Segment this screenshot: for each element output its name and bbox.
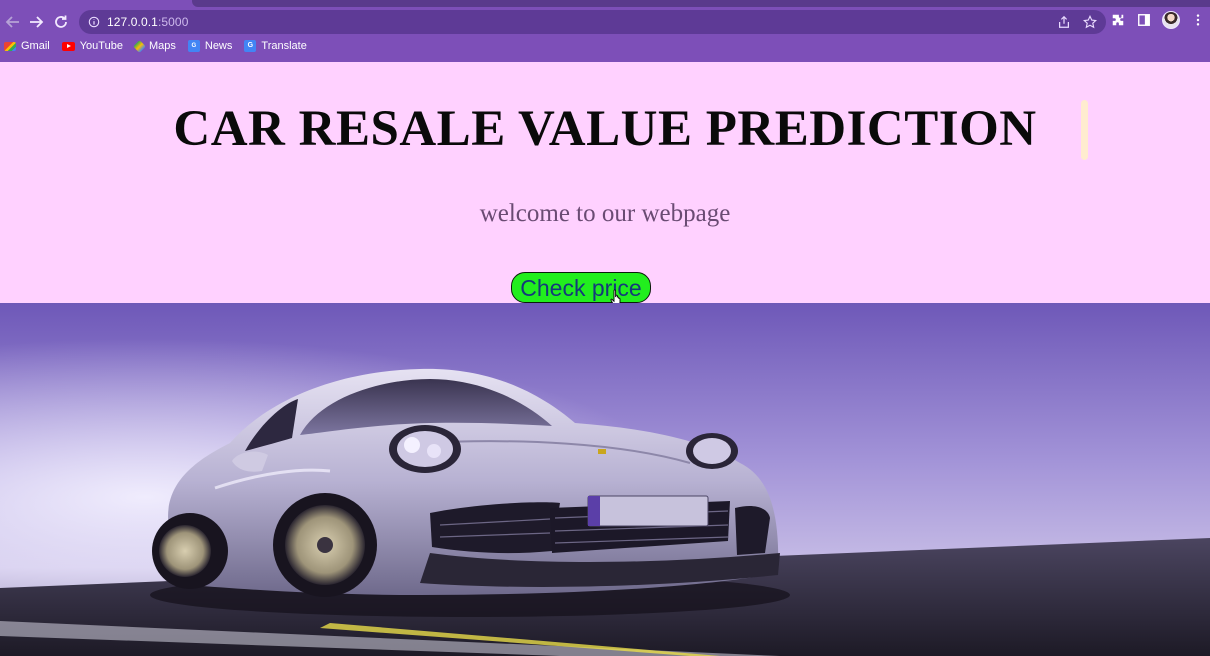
scroll-indicator[interactable] [1081, 100, 1088, 160]
reload-icon [55, 15, 67, 28]
bookmarks-bar: Gmail YouTube Maps G News G Translate [4, 39, 307, 53]
bookmark-label: Maps [148, 40, 176, 52]
bookmark-maps[interactable]: Maps [133, 39, 176, 53]
arrow-left-icon [5, 16, 19, 28]
back-button[interactable] [2, 11, 24, 33]
bookmark-label: YouTube [79, 40, 123, 52]
youtube-icon [61, 41, 75, 51]
more-menu-icon[interactable] [1190, 12, 1206, 28]
translate-icon: G [244, 40, 257, 52]
bookmark-gmail[interactable]: Gmail [4, 40, 50, 52]
check-price-button[interactable]: Check price [511, 272, 651, 303]
bookmark-label: Gmail [21, 40, 50, 52]
bookmark-star-icon[interactable] [1082, 14, 1098, 30]
arrow-right-icon [30, 16, 44, 28]
url-host: 127.0.0.1 [107, 15, 158, 29]
bookmark-news[interactable]: G News [187, 40, 233, 52]
gmail-icon [4, 41, 16, 51]
maps-icon [133, 39, 146, 53]
bookmark-translate[interactable]: G Translate [244, 40, 307, 52]
web-page: CAR RESALE VALUE PREDICTION welcome to o… [0, 62, 1210, 656]
welcome-text: welcome to our webpage [479, 200, 731, 227]
site-info-icon[interactable] [87, 15, 101, 29]
sports-car-image [0, 303, 1210, 656]
forward-button[interactable] [25, 11, 47, 33]
side-panel-icon[interactable] [1136, 12, 1152, 28]
extensions-icon[interactable] [1110, 12, 1126, 28]
reload-button[interactable] [50, 11, 72, 33]
car-banner-image [0, 303, 1210, 656]
bookmark-label: Translate [261, 40, 307, 52]
share-icon[interactable] [1056, 14, 1072, 30]
bookmark-label: News [204, 40, 233, 52]
page-title: CAR RESALE VALUE PREDICTION [173, 101, 1037, 157]
address-bar[interactable]: 127.0.0.1:5000 [79, 10, 1106, 34]
tab-strip [192, 0, 1210, 7]
news-icon: G [187, 40, 200, 52]
url-port: :5000 [157, 15, 189, 29]
bookmark-youtube[interactable]: YouTube [61, 40, 123, 52]
url-text: 127.0.0.1:5000 [107, 15, 188, 29]
profile-avatar[interactable] [1162, 11, 1180, 29]
browser-chrome: 127.0.0.1:5000 Gmail YouTube Maps G News… [0, 0, 1210, 62]
